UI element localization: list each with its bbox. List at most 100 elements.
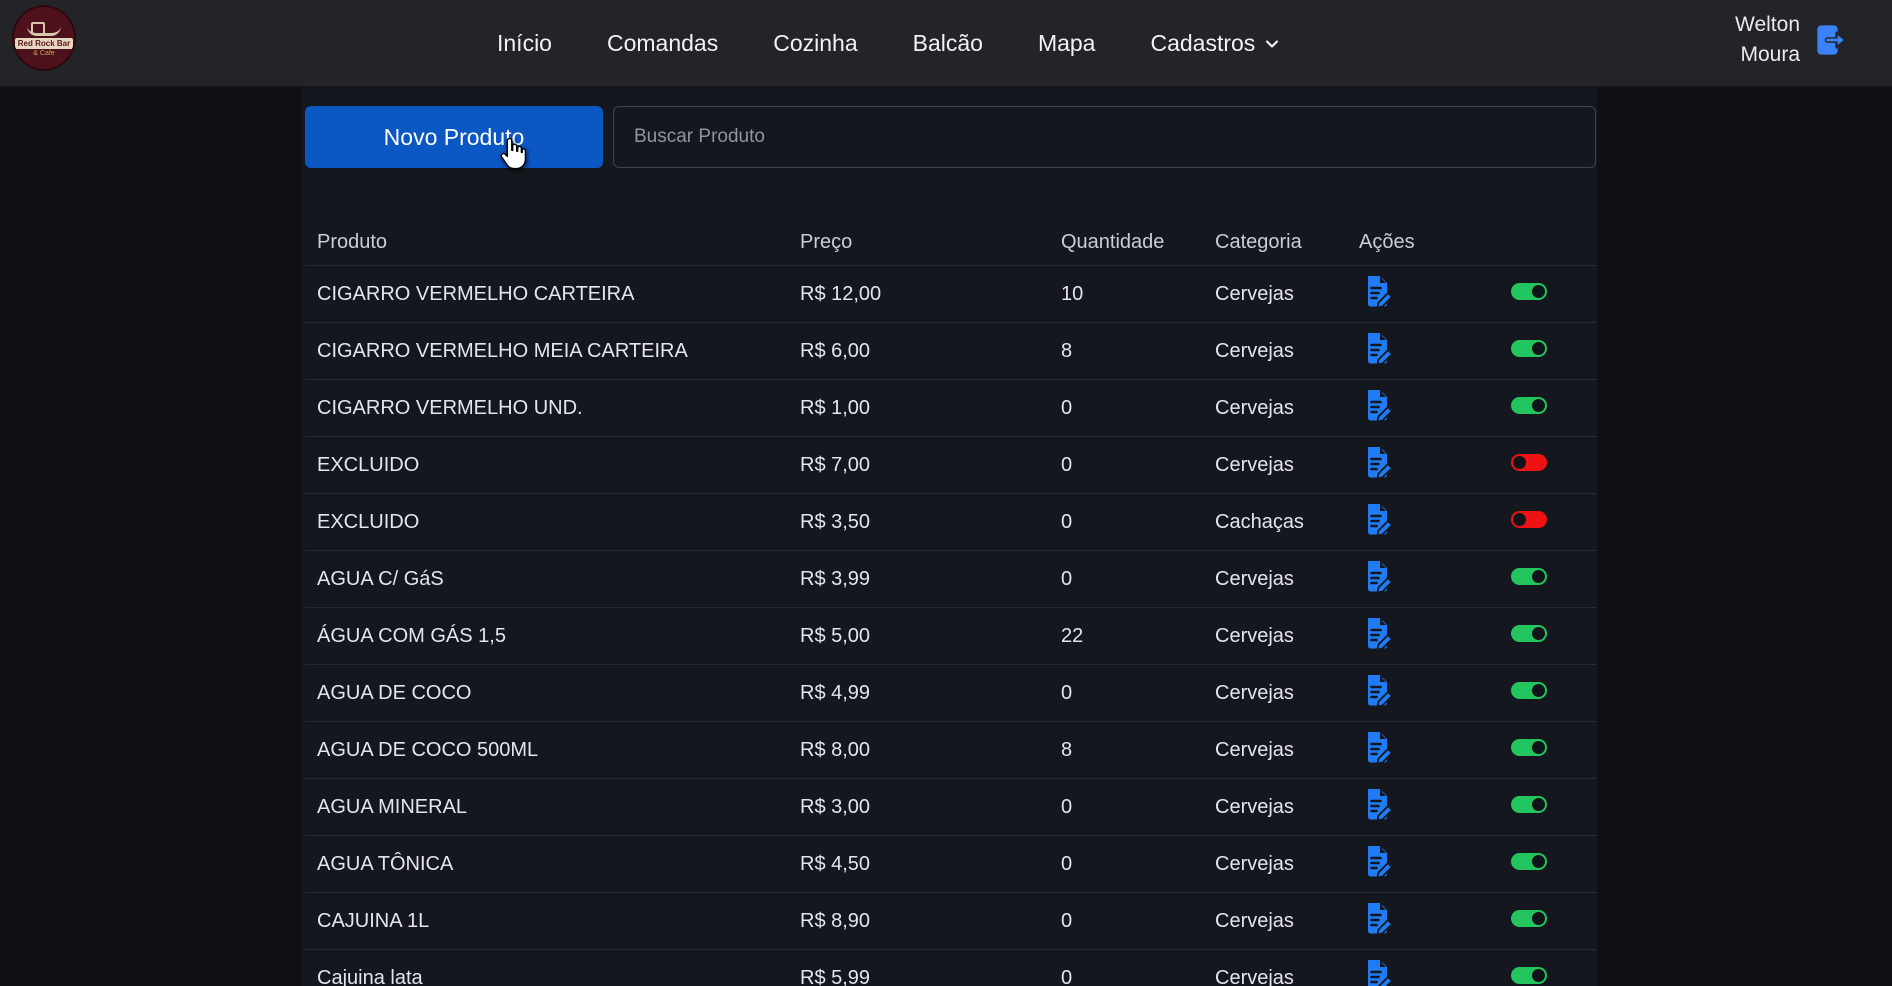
product-price: R$ 6,00 [800, 340, 1061, 363]
product-name: AGUA MINERAL [305, 796, 800, 819]
table-row: EXCLUIDO R$ 7,00 0 Cervejas [305, 436, 1597, 493]
file-edit-icon [1360, 901, 1394, 935]
edit-product-button[interactable] [1359, 559, 1395, 595]
edit-product-button[interactable] [1359, 331, 1395, 367]
edit-product-button[interactable] [1359, 901, 1395, 937]
file-edit-icon [1360, 502, 1394, 536]
table-row: EXCLUIDO R$ 3,50 0 Cachaças [305, 493, 1597, 550]
active-toggle[interactable] [1511, 454, 1547, 471]
product-quantity: 10 [1061, 283, 1215, 306]
active-toggle[interactable] [1511, 682, 1547, 699]
user-last-name: Moura [1735, 40, 1800, 70]
file-edit-icon [1360, 616, 1394, 650]
product-price: R$ 8,90 [800, 910, 1061, 933]
product-name: CAJUINA 1L [305, 910, 800, 933]
product-price: R$ 12,00 [800, 283, 1061, 306]
edit-product-button[interactable] [1359, 673, 1395, 709]
table-row: ÁGUA COM GÁS 1,5 R$ 5,00 22 Cervejas [305, 607, 1597, 664]
product-category: Cervejas [1215, 454, 1359, 477]
active-toggle[interactable] [1511, 910, 1547, 927]
product-category: Cervejas [1215, 397, 1359, 420]
product-quantity: 8 [1061, 739, 1215, 762]
file-edit-icon [1360, 445, 1394, 479]
product-price: R$ 5,99 [800, 967, 1061, 986]
column-header-acoes: Ações [1359, 231, 1511, 254]
new-product-button[interactable]: Novo Produto [305, 106, 603, 168]
product-name: AGUA DE COCO [305, 682, 800, 705]
active-toggle[interactable] [1511, 853, 1547, 870]
edit-product-button[interactable] [1359, 274, 1395, 310]
product-price: R$ 8,00 [800, 739, 1061, 762]
active-toggle[interactable] [1511, 340, 1547, 357]
product-category: Cervejas [1215, 967, 1359, 986]
file-edit-icon [1360, 331, 1394, 365]
table-row: AGUA TÔNICA R$ 4,50 0 Cervejas [305, 835, 1597, 892]
products-table: Produto Preço Quantidade Categoria Ações… [305, 220, 1597, 986]
product-quantity: 8 [1061, 340, 1215, 363]
active-toggle[interactable] [1511, 796, 1547, 813]
active-toggle[interactable] [1511, 568, 1547, 585]
product-quantity: 0 [1061, 910, 1215, 933]
edit-product-button[interactable] [1359, 958, 1395, 986]
edit-product-button[interactable] [1359, 616, 1395, 652]
edit-product-button[interactable] [1359, 844, 1395, 880]
nav-item-balcao[interactable]: Balcão [913, 30, 983, 57]
active-toggle[interactable] [1511, 625, 1547, 642]
product-category: Cervejas [1215, 853, 1359, 876]
search-product-input[interactable] [613, 106, 1596, 168]
nav-item-mapa[interactable]: Mapa [1038, 30, 1096, 57]
file-edit-icon [1360, 844, 1394, 878]
active-toggle[interactable] [1511, 967, 1547, 984]
nav-dropdown-cadastros[interactable]: Cadastros [1150, 30, 1279, 57]
nav-item-comandas[interactable]: Comandas [607, 30, 718, 57]
nav-dropdown-label: Cadastros [1150, 30, 1255, 57]
logo-title: Red Rock Bar [15, 38, 73, 49]
table-row: CAJUINA 1L R$ 8,90 0 Cervejas [305, 892, 1597, 949]
product-category: Cervejas [1215, 283, 1359, 306]
product-category: Cervejas [1215, 625, 1359, 648]
active-toggle[interactable] [1511, 739, 1547, 756]
product-category: Cervejas [1215, 910, 1359, 933]
page: Red Rock Bar & Cafe Início Comandas Cozi… [0, 0, 1892, 986]
product-price: R$ 4,50 [800, 853, 1061, 876]
table-row: CIGARRO VERMELHO UND. R$ 1,00 0 Cervejas [305, 379, 1597, 436]
product-price: R$ 7,00 [800, 454, 1061, 477]
product-category: Cervejas [1215, 796, 1359, 819]
logo-subtitle: & Cafe [33, 50, 54, 57]
logo-art-icon [27, 20, 61, 36]
product-name: ÁGUA COM GÁS 1,5 [305, 625, 800, 648]
product-name: EXCLUIDO [305, 454, 800, 477]
edit-product-button[interactable] [1359, 730, 1395, 766]
product-quantity: 0 [1061, 967, 1215, 986]
main-nav: Início Comandas Cozinha Balcão Mapa Cada… [497, 0, 1279, 87]
edit-product-button[interactable] [1359, 502, 1395, 538]
product-category: Cervejas [1215, 340, 1359, 363]
product-name: AGUA TÔNICA [305, 853, 800, 876]
table-row: Cajuina lata R$ 5,99 0 Cervejas [305, 949, 1597, 986]
edit-product-button[interactable] [1359, 445, 1395, 481]
edit-product-button[interactable] [1359, 787, 1395, 823]
active-toggle[interactable] [1511, 397, 1547, 414]
top-navbar: Red Rock Bar & Cafe Início Comandas Cozi… [0, 0, 1892, 87]
column-header-produto: Produto [305, 231, 800, 254]
logout-button[interactable] [1814, 23, 1850, 57]
product-name: CIGARRO VERMELHO CARTEIRA [305, 283, 800, 306]
product-name: Cajuina lata [305, 967, 800, 986]
product-quantity: 0 [1061, 397, 1215, 420]
edit-product-button[interactable] [1359, 388, 1395, 424]
product-category: Cervejas [1215, 682, 1359, 705]
file-edit-icon [1360, 787, 1394, 821]
brand-logo[interactable]: Red Rock Bar & Cafe [12, 5, 76, 71]
product-name: AGUA DE COCO 500ML [305, 739, 800, 762]
product-price: R$ 5,00 [800, 625, 1061, 648]
product-price: R$ 3,99 [800, 568, 1061, 591]
active-toggle[interactable] [1511, 283, 1547, 300]
product-price: R$ 1,00 [800, 397, 1061, 420]
product-quantity: 0 [1061, 511, 1215, 534]
product-quantity: 22 [1061, 625, 1215, 648]
active-toggle[interactable] [1511, 511, 1547, 528]
product-quantity: 0 [1061, 853, 1215, 876]
table-row: CIGARRO VERMELHO MEIA CARTEIRA R$ 6,00 8… [305, 322, 1597, 379]
nav-item-inicio[interactable]: Início [497, 30, 552, 57]
nav-item-cozinha[interactable]: Cozinha [773, 30, 857, 57]
